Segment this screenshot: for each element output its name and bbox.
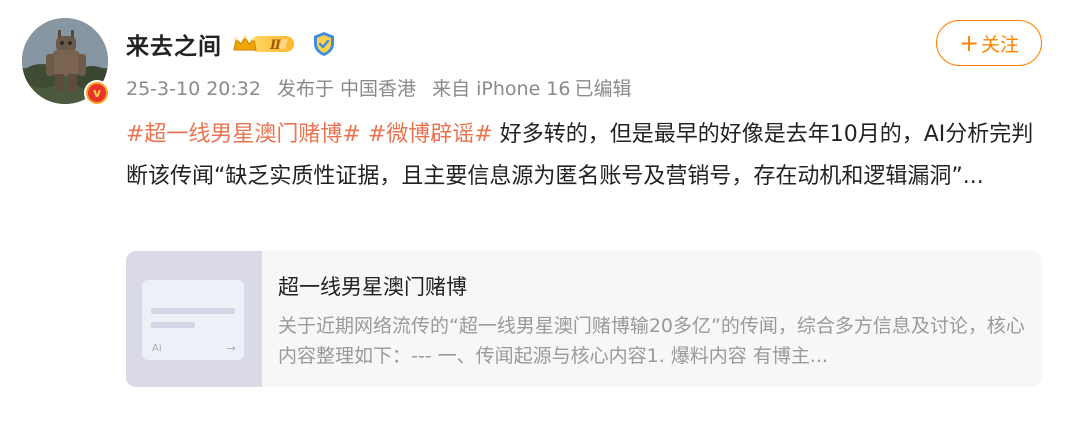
ai-label: Ai: [152, 343, 162, 354]
username[interactable]: 来去之间: [126, 27, 222, 61]
vip-crown-badge[interactable]: Ⅱ: [232, 34, 296, 54]
linked-article-card[interactable]: Ai → 超一线男星澳门赌博 关于近期网络流传的“超一线男星澳门赌博输20多亿”…: [126, 251, 1042, 387]
post-timestamp[interactable]: 25-3-10 20:32: [126, 78, 261, 100]
shield-icon[interactable]: [312, 31, 336, 57]
verified-badge-icon: v: [84, 80, 110, 106]
verified-mark: v: [88, 84, 106, 102]
edited-label[interactable]: 已编辑: [574, 78, 631, 100]
post-source: 来自 iPhone 16: [432, 78, 571, 100]
card-description: 关于近期网络流传的“超一线男星澳门赌博输20多亿”的传闻，综合多方信息及讨论，核…: [278, 315, 1025, 367]
name-row: 来去之间 Ⅱ: [126, 26, 336, 62]
weibo-post: v 来去之间 Ⅱ 25-3-10 20:32 发布于 中国香港 来自 iPhon…: [0, 0, 1080, 428]
ai-document-icon: Ai →: [142, 280, 244, 360]
follow-button[interactable]: + 关注: [936, 20, 1042, 66]
post-location: 发布于 中国香港: [277, 78, 417, 100]
follow-label: 关注: [981, 33, 1020, 56]
hashtag-link[interactable]: #超一线男星澳门赌博#: [126, 122, 361, 147]
post-meta: 25-3-10 20:32 发布于 中国香港 来自 iPhone 16 已编辑: [126, 74, 642, 101]
crown-icon: Ⅱ: [233, 35, 294, 53]
card-thumbnail: Ai →: [126, 251, 262, 387]
avatar-container[interactable]: v: [22, 18, 110, 106]
post-content: #超一线男星澳门赌博# #微博辟谣# 好多转的，但是最早的好像是去年10月的，A…: [126, 114, 1046, 198]
arrow-right-icon: →: [226, 342, 236, 355]
plus-icon: +: [958, 29, 980, 57]
vip-level-text: Ⅱ: [269, 38, 282, 53]
card-title: 超一线男星澳门赌博: [278, 275, 467, 299]
hashtag-link[interactable]: #微博辟谣#: [368, 122, 493, 147]
